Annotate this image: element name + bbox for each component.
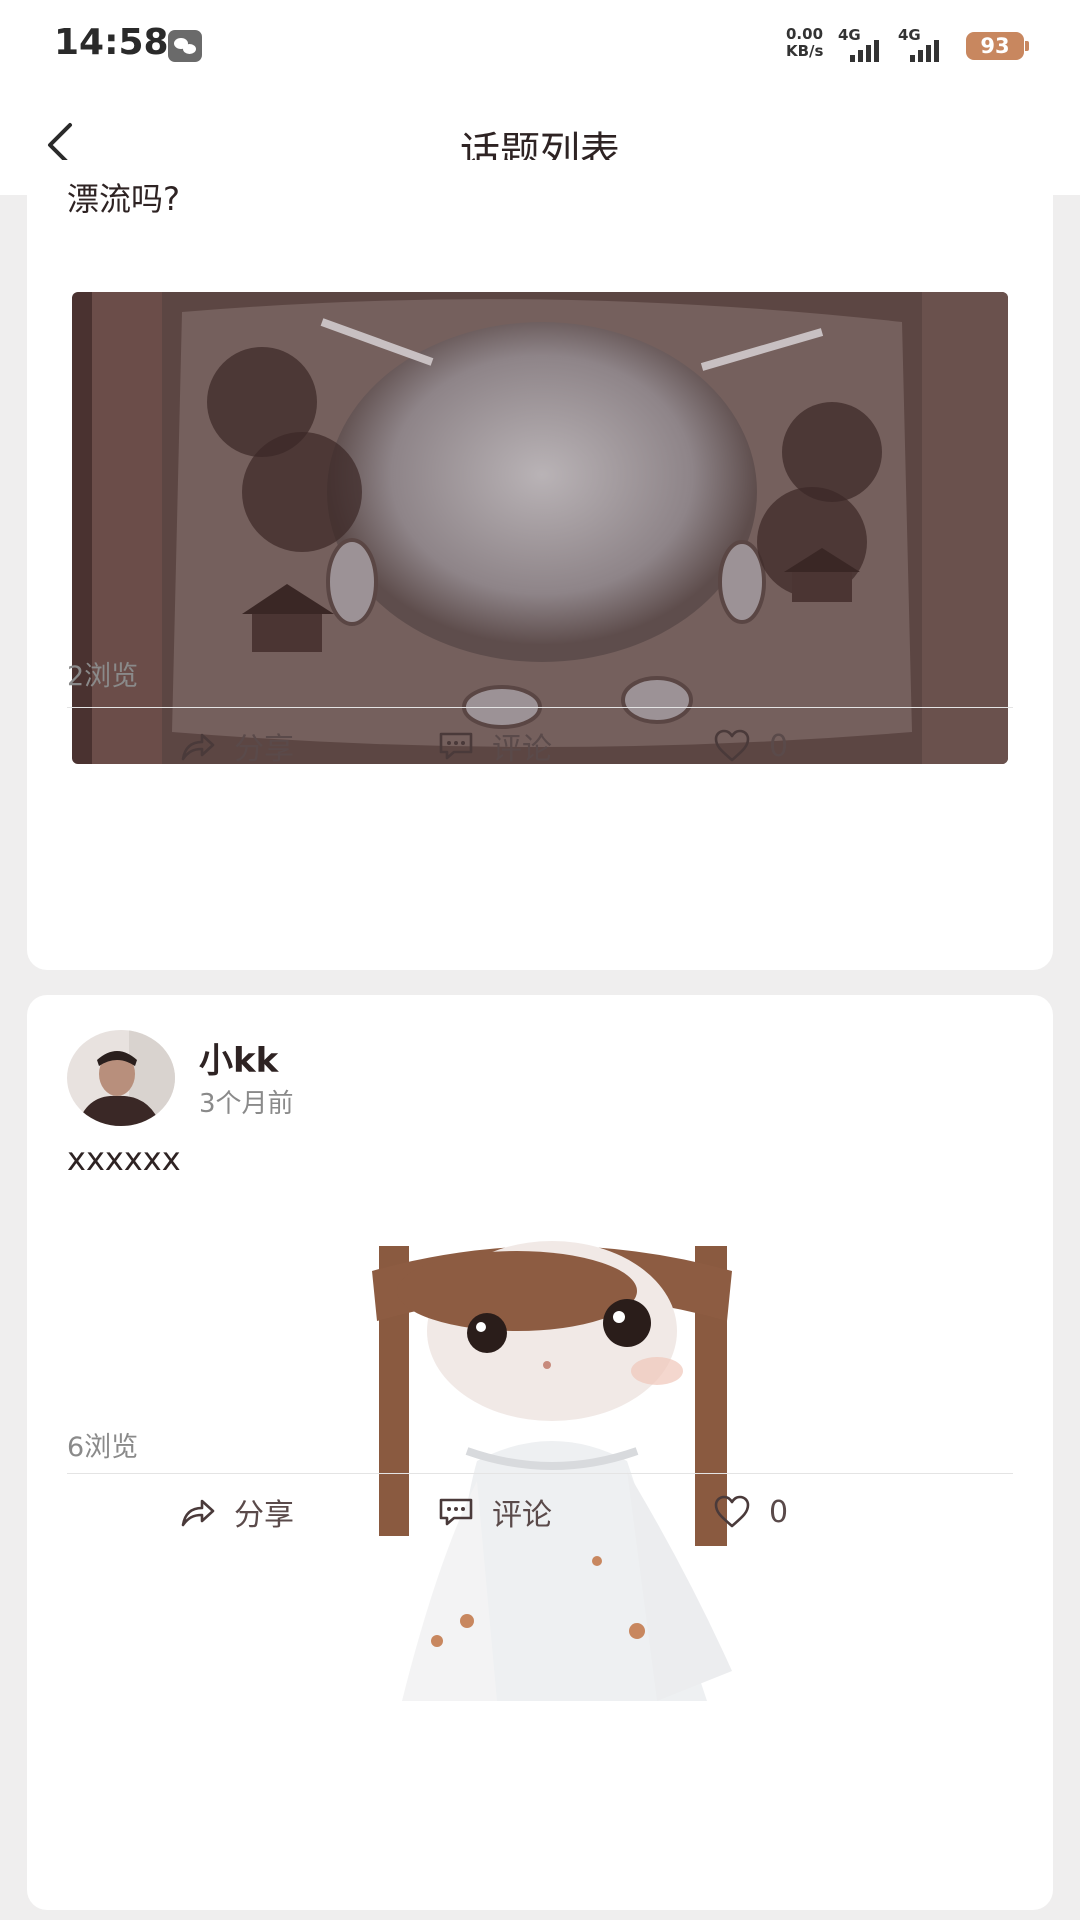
like-button[interactable]: 0 [713, 716, 788, 776]
share-icon [181, 733, 215, 761]
post-text: 漂流吗? [67, 180, 180, 218]
status-bar: 14:58 0.00 KB/s 4G 4G 93 [0, 0, 1080, 95]
comment-button[interactable]: 评论 [438, 1482, 552, 1542]
doll-photo [327, 1231, 777, 1703]
post-actions: 分享 评论 0 [67, 1482, 1013, 1542]
heart-icon [714, 1495, 750, 1528]
comment-icon [439, 1498, 473, 1526]
share-icon [181, 1499, 215, 1527]
net-speed-unit: KB/s [786, 42, 824, 60]
post-text: xxxxxx [67, 1140, 181, 1178]
post-image[interactable] [327, 1231, 777, 1703]
comment-label: 评论 [492, 732, 552, 767]
view-count: 6浏览 [67, 1432, 139, 1463]
net-speed-value: 0.00 [786, 25, 824, 43]
view-count: 2浏览 [67, 661, 139, 692]
post-card[interactable]: 漂流吗? 2浏览 分享 评论 0 [27, 160, 1053, 970]
net-speed: 0.00 KB/s [786, 26, 823, 60]
battery-indicator: 93 [966, 32, 1029, 60]
divider [67, 707, 1013, 708]
user-avatar-image [67, 1030, 175, 1126]
like-button[interactable]: 0 [713, 1482, 788, 1542]
divider [67, 1473, 1013, 1474]
inkstone-photo [72, 292, 1008, 764]
username[interactable]: 小kk [199, 1033, 278, 1082]
wechat-icon [168, 30, 202, 62]
share-label: 分享 [234, 732, 294, 767]
signal-bars-icon [850, 40, 879, 62]
post-card[interactable]: 小kk 3个月前 xxxxxx 6浏览 分享 评论 0 [27, 995, 1053, 1910]
post-image[interactable] [72, 292, 1008, 764]
comment-button[interactable]: 评论 [438, 716, 552, 776]
like-count: 0 [769, 1494, 789, 1530]
like-count: 0 [769, 728, 789, 764]
avatar[interactable] [67, 1030, 175, 1126]
status-time: 14:58 [54, 22, 169, 63]
post-actions: 分享 评论 0 [67, 716, 1013, 776]
share-button[interactable]: 分享 [180, 716, 294, 776]
share-button[interactable]: 分享 [180, 1482, 294, 1542]
share-label: 分享 [234, 1498, 294, 1533]
comment-icon [439, 732, 473, 760]
comment-label: 评论 [492, 1498, 552, 1533]
heart-icon [714, 729, 750, 762]
signal-bars-icon [910, 40, 939, 62]
post-time: 3个月前 [199, 1089, 294, 1119]
